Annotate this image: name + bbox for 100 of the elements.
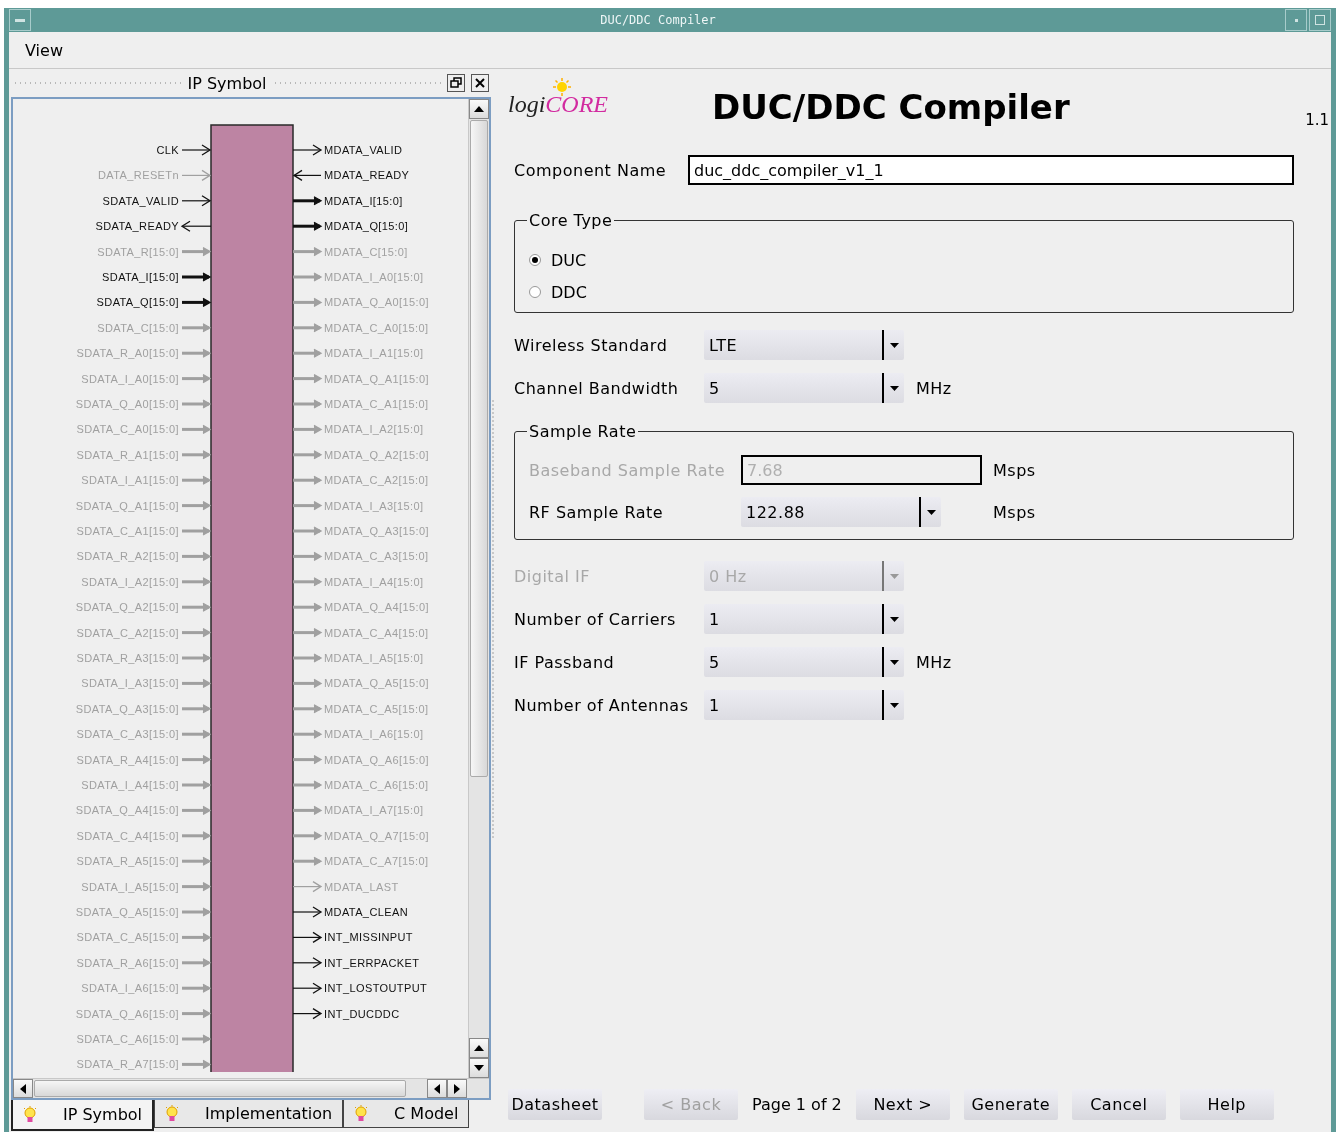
scroll-left-button[interactable] (427, 1079, 447, 1098)
field-label: IF Passband (514, 652, 616, 672)
port-label: MDATA_LAST (324, 880, 399, 893)
tab[interactable]: C Model (343, 1100, 470, 1128)
window-title: DUC/DDC Compiler (599, 13, 717, 27)
logo: logiCORE (508, 77, 608, 119)
left-arrow-icon (434, 1083, 440, 1094)
port-label: SDATA_R_A6[15:0] (76, 956, 179, 969)
window-menu-button[interactable] (9, 9, 31, 31)
port-label: MDATA_C_A0[15:0] (324, 321, 429, 334)
caret-icon (889, 385, 899, 391)
scroll-thumb[interactable] (34, 1080, 406, 1097)
port-label: MDATA_Q_A7[15:0] (324, 829, 430, 842)
dropdown[interactable]: 1 (704, 604, 904, 634)
port-label: SDATA_I_A2[15:0] (81, 575, 179, 588)
field-label: RF Sample Rate (529, 502, 665, 522)
float-button[interactable] (447, 74, 465, 92)
port-label: SDATA_Q_A1[15:0] (75, 499, 179, 512)
minimize-button[interactable] (1285, 9, 1307, 31)
port-label: MDATA_I_A3[15:0] (324, 499, 424, 512)
radio-option[interactable]: DDC (529, 276, 1279, 308)
port-label: INT_DUCDDC (324, 1007, 400, 1020)
dropdown[interactable]: LTE (704, 330, 904, 360)
tab[interactable]: IP Symbol (11, 1100, 155, 1131)
port-label: SDATA_R_A4[15:0] (76, 753, 179, 766)
port-label: SDATA_Q_A6[15:0] (75, 1007, 179, 1020)
field-label: Number of Antennas (514, 695, 690, 715)
caret-icon (889, 616, 899, 622)
port-label: INT_MISSINPUT (324, 931, 413, 944)
tab[interactable]: Implementation (154, 1100, 344, 1128)
port-label: SDATA_C_A1[15:0] (76, 525, 179, 537)
close-button[interactable] (471, 74, 489, 92)
port-label: SDATA_VALID (102, 194, 179, 207)
port-label: SDATA_READY (95, 220, 179, 233)
scroll-thumb[interactable] (470, 120, 488, 777)
unit-label: Msps (993, 460, 1036, 480)
port-label: MDATA_C_A7[15:0] (324, 855, 429, 868)
caret-icon (889, 702, 899, 708)
caret-icon (926, 509, 936, 515)
radio-option[interactable]: DUC (529, 244, 1279, 276)
field-label: Component Name (514, 160, 668, 180)
port-label: SDATA_R_A3[15:0] (76, 652, 179, 664)
footer-button[interactable]: Next > (855, 1089, 950, 1120)
footer-button[interactable]: Generate (963, 1089, 1058, 1120)
port-label: MDATA_I_A0[15:0] (324, 271, 424, 283)
port-label: SDATA_R[15:0] (97, 245, 179, 258)
caret-icon (889, 659, 899, 665)
lightbulb-icon (354, 1104, 369, 1123)
dropdown[interactable]: 122.88 (741, 497, 941, 527)
port-label: MDATA_Q_A3[15:0] (324, 525, 430, 537)
restore-icon (450, 77, 462, 89)
text-field[interactable]: duc_ddc_compiler_v1_1 (688, 155, 1294, 185)
footer-button[interactable]: Cancel (1071, 1089, 1166, 1120)
port-label: SDATA_C_A6[15:0] (76, 1033, 179, 1045)
port-label: MDATA_Q_A2[15:0] (324, 448, 430, 461)
port-label: MDATA_Q_A5[15:0] (324, 677, 430, 690)
lightbulb-icon (23, 1105, 37, 1124)
dropdown[interactable]: 1 (704, 690, 904, 720)
scroll-left-button[interactable] (13, 1079, 33, 1098)
port-label: SDATA_R_A2[15:0] (76, 550, 179, 563)
group-title: Sample Rate (528, 422, 638, 441)
radio-button[interactable] (529, 286, 541, 298)
vertical-scrollbar[interactable] (468, 99, 489, 1078)
up-arrow-icon (474, 1045, 484, 1051)
scroll-down-button[interactable] (469, 1058, 489, 1078)
port-label: MDATA_Q[15:0] (324, 220, 409, 233)
port-label: SDATA_Q_A3[15:0] (75, 702, 179, 715)
port-label: SDATA_C[15:0] (97, 321, 179, 334)
port-label: SDATA_Q_A5[15:0] (75, 906, 179, 918)
menu-item[interactable]: View (23, 38, 65, 62)
port-label: MDATA_C_A5[15:0] (324, 702, 429, 715)
scroll-right-button[interactable] (447, 1079, 467, 1098)
page-indicator: Page 1 of 2 (752, 1095, 842, 1114)
radio-button[interactable] (529, 254, 541, 266)
port-label: SDATA_Q_A4[15:0] (75, 804, 179, 817)
up-arrow-icon (474, 106, 484, 112)
footer-button[interactable]: Datasheet (508, 1089, 602, 1120)
left-arrow-icon (20, 1083, 26, 1094)
port-label: SDATA_C_A2[15:0] (76, 626, 179, 639)
version-label: 1.1 (1305, 111, 1329, 129)
footer-button[interactable]: Help (1179, 1089, 1274, 1120)
dropdown[interactable]: 5 (704, 647, 904, 677)
port-label: MDATA_I_A2[15:0] (324, 423, 424, 436)
scroll-up-button[interactable] (469, 99, 489, 119)
horizontal-scrollbar[interactable] (13, 1078, 489, 1098)
port-label: SDATA_R_A7[15:0] (76, 1058, 179, 1071)
port-label: SDATA_R_A0[15:0] (76, 347, 179, 360)
port-label: SDATA_C_A4[15:0] (76, 829, 179, 842)
unit-label: MHz (916, 378, 952, 398)
port-label: SDATA_C_A5[15:0] (76, 931, 179, 944)
panel-title: IP Symbol (187, 73, 267, 93)
port-label: SDATA_I_A5[15:0] (81, 880, 179, 893)
maximize-button[interactable] (1309, 9, 1331, 31)
port-label: MDATA_C_A3[15:0] (324, 550, 429, 563)
dropdown[interactable]: 5 (704, 373, 904, 403)
port-label: MDATA_C_A2[15:0] (324, 474, 429, 487)
port-label: CLK (156, 144, 179, 156)
port-label: MDATA_Q_A6[15:0] (324, 753, 430, 766)
field-label: Wireless Standard (514, 335, 669, 355)
scroll-up-button[interactable] (469, 1038, 489, 1058)
